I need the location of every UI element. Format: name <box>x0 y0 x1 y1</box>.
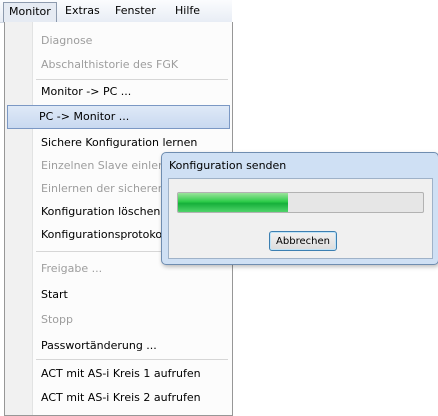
menu-separator <box>36 359 228 360</box>
dialog-title: Konfiguration senden <box>169 159 287 172</box>
menu-item-stopp[interactable]: Stopp <box>36 309 230 331</box>
menu-item-passwortaenderung[interactable]: Passwortänderung ... <box>36 335 230 357</box>
menu-hilfe[interactable]: Hilfe <box>170 2 205 20</box>
progress-bar <box>177 192 424 213</box>
menu-extras[interactable]: Extras <box>60 2 105 20</box>
menu-item-label: Konfiguration löschen <box>41 205 161 218</box>
menu-item-label: Abschalthistorie des FGK <box>41 58 179 71</box>
menu-bar: Monitor Extras Fenster Hilfe <box>0 0 232 23</box>
menu-item-abschalthistorie[interactable]: Abschalthistorie des FGK <box>36 54 230 76</box>
dialog-client-area: Abbrechen <box>168 178 433 259</box>
menu-item-label: Monitor -> PC ... <box>41 85 132 98</box>
menu-item-pc-to-monitor[interactable]: PC -> Monitor ... <box>7 105 230 129</box>
menu-item-diagnose[interactable]: Diagnose <box>36 30 230 52</box>
progress-bar-fill <box>178 193 289 212</box>
menu-item-act-kreis-2[interactable]: ACT mit AS-i Kreis 2 aufrufen <box>36 387 230 409</box>
menu-item-label: Sichere Konfiguration lernen <box>41 136 198 149</box>
menu-extras-label: Extras <box>65 4 100 17</box>
menu-item-label: Freigabe ... <box>41 262 103 275</box>
menu-item-label: Diagnose <box>41 34 93 47</box>
menu-item-sichere-konfiguration[interactable]: Sichere Konfiguration lernen <box>36 132 230 154</box>
menu-item-label: Start <box>41 288 68 301</box>
konfiguration-senden-dialog: Konfiguration senden Abbrechen <box>161 152 438 265</box>
cancel-button[interactable]: Abbrechen <box>269 231 337 251</box>
menu-fenster-label: Fenster <box>115 4 156 17</box>
menu-item-label: Konfigurationsprotokoll <box>41 228 169 241</box>
menu-separator <box>36 79 228 80</box>
menu-hilfe-label: Hilfe <box>175 4 201 17</box>
menu-item-label: Stopp <box>41 313 73 326</box>
menu-item-label: ACT mit AS-i Kreis 1 aufrufen <box>41 367 201 380</box>
menu-fenster[interactable]: Fenster <box>110 2 161 20</box>
menu-item-monitor-to-pc[interactable]: Monitor -> PC ... <box>36 81 230 103</box>
menu-item-start[interactable]: Start <box>36 284 230 306</box>
menu-monitor[interactable]: Monitor <box>3 2 57 22</box>
menu-item-label: PC -> Monitor ... <box>39 110 130 123</box>
menu-item-act-kreis-1[interactable]: ACT mit AS-i Kreis 1 aufrufen <box>36 363 230 385</box>
menu-item-label: ACT mit AS-i Kreis 2 aufrufen <box>41 391 201 404</box>
menu-item-label: Passwortänderung ... <box>41 339 157 352</box>
menu-icon-gutter <box>5 22 33 415</box>
menu-monitor-label: Monitor <box>9 5 51 18</box>
